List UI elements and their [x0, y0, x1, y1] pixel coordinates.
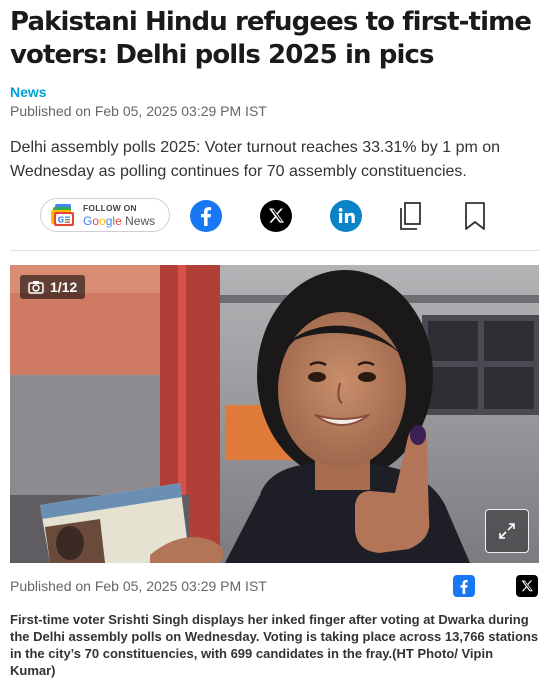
article-summary: Delhi assembly polls 2025: Voter turnout… [10, 139, 501, 180]
expand-button[interactable] [485, 509, 529, 553]
voter-photo-illustration [10, 265, 539, 563]
gallery-facebook-icon[interactable] [453, 575, 475, 597]
copy-icon[interactable] [395, 200, 427, 232]
section-link-news[interactable]: News [10, 84, 47, 100]
google-news-label: Google News [83, 214, 156, 228]
svg-text:G: G [58, 216, 65, 225]
gallery-x-icon[interactable] [516, 575, 538, 597]
gallery-caption: First-time voter Srishti Singh displays … [10, 612, 539, 678]
follow-on-label: FOLLOW ON [83, 203, 137, 213]
facebook-icon[interactable] [190, 200, 222, 232]
follow-google-news-button[interactable]: G FOLLOW ON Google News [40, 198, 170, 232]
published-date: Published on Feb 05, 2025 03:29 PM IST [10, 103, 267, 119]
x-icon[interactable] [260, 200, 292, 232]
expand-icon [497, 521, 517, 541]
camera-icon [28, 280, 44, 294]
google-news-icon: G [51, 204, 75, 226]
article-headline: Pakistani Hindu refugees to first-time v… [10, 7, 532, 70]
bookmark-icon[interactable] [459, 200, 491, 232]
share-bar: G FOLLOW ON Google News [0, 196, 548, 236]
gallery-published-date: Published on Feb 05, 2025 03:29 PM IST [10, 578, 267, 594]
linkedin-icon[interactable] [330, 200, 362, 232]
divider [10, 250, 540, 251]
gallery-counter: 1/12 [20, 275, 86, 299]
gallery-counter-text: 1/12 [50, 279, 78, 295]
gallery-photo[interactable]: 1/12 [10, 265, 539, 563]
